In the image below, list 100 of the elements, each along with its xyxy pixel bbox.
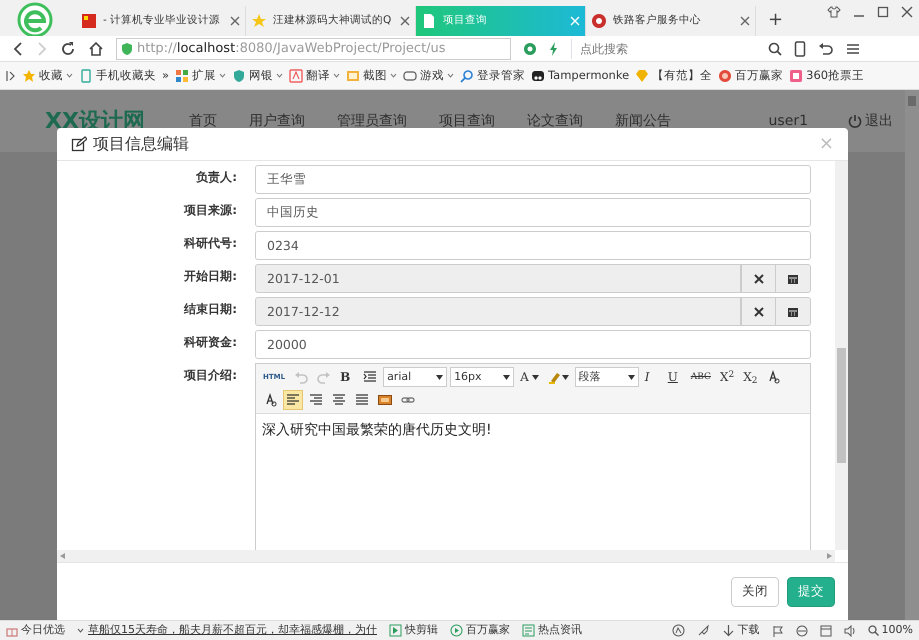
ticket-icon [789, 68, 804, 82]
menu-icon[interactable] [846, 42, 860, 54]
shield-icon [232, 68, 246, 82]
calendar-icon [787, 306, 799, 318]
text-field[interactable]: 20000 [255, 330, 811, 359]
star-icon [22, 68, 36, 82]
speaker-icon[interactable] [844, 624, 856, 636]
status-item[interactable]: 热点资讯 [522, 622, 582, 639]
bookmark-item[interactable]: 网银 [232, 66, 284, 84]
magnifier-icon [460, 68, 474, 82]
text-field[interactable]: 0234 [255, 231, 811, 260]
date-field[interactable]: 2017-12-01 [255, 264, 741, 293]
bookmark-item[interactable]: 截图 [346, 66, 398, 84]
underline-button[interactable]: U [664, 367, 685, 387]
bookmark-item[interactable]: 手机收藏夹 [79, 66, 156, 84]
close-icon[interactable] [740, 16, 750, 26]
nav-link[interactable]: 项目查询 [438, 110, 495, 132]
nav-link[interactable]: 管理员查询 [336, 110, 407, 132]
user-name[interactable]: user1 [768, 110, 808, 132]
field-label: 科研代号: [182, 235, 237, 252]
star-icon [251, 13, 267, 29]
nav-link[interactable]: 首页 [188, 110, 217, 132]
close-button[interactable]: 关闭 [731, 576, 779, 606]
scrollbar[interactable] [57, 550, 835, 562]
indent-icon [363, 370, 378, 384]
italic-button[interactable]: I [642, 367, 662, 387]
clear-button[interactable] [741, 297, 776, 326]
dropdown[interactable]: arial [383, 367, 448, 387]
text-field[interactable]: 中国历史 [255, 198, 811, 227]
phone-icon[interactable] [794, 40, 806, 56]
script-button[interactable]: X$_{2}$ [740, 367, 760, 387]
text-field[interactable]: 王华雪 [255, 165, 811, 194]
edge-icon[interactable] [796, 624, 808, 636]
status-item[interactable]: 今日优选 [6, 622, 65, 639]
bookmark-item[interactable]: Tampermonke [531, 66, 630, 84]
search-icon[interactable] [768, 42, 782, 56]
status-item[interactable]: 百万赢家 [450, 622, 510, 639]
close-icon[interactable] [400, 16, 410, 26]
compass-icon[interactable] [672, 624, 685, 637]
medal-icon [718, 68, 732, 82]
status-item[interactable]: 下载 [722, 622, 760, 639]
close-icon [754, 306, 764, 316]
nav-link[interactable]: 论文查询 [526, 110, 583, 132]
scrollbar[interactable] [905, 90, 919, 620]
bookmark-item[interactable]: 游戏 [403, 66, 454, 84]
back-icon[interactable] [12, 42, 24, 56]
page-icon [421, 13, 437, 29]
close-icon[interactable] [230, 16, 240, 26]
edit-icon [71, 136, 87, 152]
bookmark-item[interactable]: 百万赢家 [718, 66, 784, 84]
maximize-icon[interactable] [877, 6, 889, 18]
new-tab-button[interactable]: + [768, 6, 784, 33]
field-label: 科研资金: [182, 334, 237, 351]
calendar-button[interactable] [776, 297, 811, 326]
dropdown[interactable]: 段落 [574, 367, 639, 387]
flower-icon[interactable] [523, 42, 537, 56]
status-item[interactable]: 快剪辑 [389, 622, 438, 639]
flag-icon [81, 13, 97, 29]
zoom-level[interactable]: 100% [868, 622, 913, 639]
dropdown[interactable]: 16px [450, 367, 514, 387]
bold-button[interactable]: B [337, 367, 358, 387]
scrollbar[interactable] [835, 161, 848, 550]
diamond-icon [635, 68, 650, 82]
reload-icon[interactable] [60, 40, 76, 56]
logout-link[interactable]: 退出 [848, 110, 893, 132]
close-icon[interactable] [901, 6, 913, 18]
rocket-icon[interactable] [696, 624, 710, 637]
home-icon[interactable] [88, 40, 104, 56]
chevron-icon[interactable] [77, 628, 84, 633]
lightning-icon[interactable] [549, 42, 559, 56]
strikethrough-button[interactable]: ABC [688, 367, 714, 387]
bookmark-item[interactable]: 登录管家 [460, 66, 526, 84]
window-icon[interactable] [820, 624, 832, 636]
field-label: 负责人: [194, 169, 237, 186]
date-field[interactable]: 2017-12-12 [255, 297, 741, 326]
news-link[interactable]: 草船仅15天寿命，船夫月薪不超百元，却幸福感爆棚，为什 [88, 622, 377, 639]
nav-link[interactable]: 用户查询 [248, 110, 305, 132]
align-left-icon [286, 393, 300, 407]
bookmark-item[interactable]: 扩展 [175, 66, 226, 84]
bookmark-item[interactable]: 360抢票王 [789, 66, 864, 84]
font-color-button[interactable]: A [517, 367, 542, 387]
shirt-icon[interactable] [827, 6, 841, 18]
bookmark-item[interactable]: 翻译 [289, 66, 340, 84]
sidebar-toggle-icon[interactable] [6, 70, 16, 82]
script-button[interactable]: X$^{2}$ [716, 367, 738, 387]
redo-icon [317, 370, 332, 384]
calendar-button[interactable] [776, 264, 811, 293]
left-arrow-icon [60, 553, 65, 559]
address-bar[interactable]: http://localhost:8080/JavaWebProject/Project/us [116, 38, 511, 60]
undo-icon[interactable] [818, 42, 834, 56]
translate-icon [289, 68, 304, 82]
bookmark-item[interactable]: 【有范】全 [635, 66, 712, 84]
dialog-title: 项目信息编辑 [93, 133, 189, 155]
clear-button[interactable] [741, 264, 776, 293]
align-left-button[interactable] [283, 390, 303, 410]
bookmark-item[interactable]: » [162, 66, 170, 84]
bookmark-item[interactable]: 收藏 [22, 66, 73, 84]
flag-icon[interactable] [772, 624, 784, 636]
caret-icon [532, 374, 539, 380]
nav-link[interactable]: 新闻公告 [614, 110, 671, 132]
